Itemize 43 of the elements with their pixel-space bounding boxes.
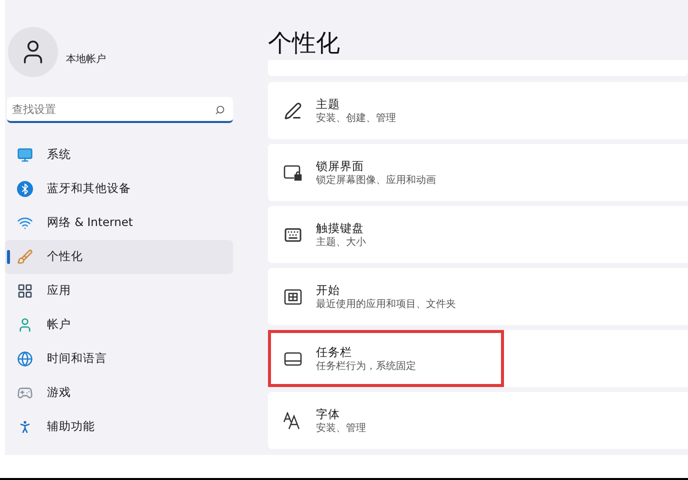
keyboard-icon: [284, 226, 302, 244]
card-title: 字体: [316, 406, 341, 422]
nav-item[interactable]: 应用: [5, 274, 233, 308]
card-subtitle: 主题、大小: [316, 236, 366, 250]
card-subtitle: 安装、管理: [316, 422, 366, 436]
nav-item[interactable]: 游戏: [5, 376, 233, 410]
settings-card[interactable]: 字体 安装、管理: [268, 392, 688, 449]
nav-item[interactable]: 网络 & Internet: [5, 206, 233, 240]
card-title: 任务栏: [316, 344, 353, 360]
globe-icon: [17, 351, 33, 367]
selection-indicator: [7, 250, 10, 264]
wifi-icon: [17, 215, 33, 231]
card-title: 锁屏界面: [316, 158, 365, 174]
bluetooth-icon: [17, 181, 33, 197]
start-menu-icon: [284, 288, 302, 304]
settings-card[interactable]: 开始 最近使用的应用和项目、文件夹: [268, 268, 688, 325]
card-title: 主题: [316, 96, 341, 112]
taskbar-icon: [284, 352, 302, 366]
card-title: 触摸键盘: [316, 220, 365, 236]
card-subtitle: 锁定屏幕图像、应用和动画: [316, 174, 436, 188]
apps-icon: [17, 283, 33, 299]
nav-item[interactable]: 帐户: [5, 308, 233, 342]
nav-item[interactable]: 个性化: [5, 240, 233, 274]
monitor-icon: [17, 147, 33, 163]
search-field[interactable]: 查找设置: [7, 97, 233, 123]
settings-card[interactable]: 主题 安装、创建、管理: [268, 82, 688, 139]
account-type: 本地帐户: [66, 52, 106, 66]
user-icon: [17, 317, 33, 333]
card-subtitle: 最近使用的应用和项目、文件夹: [316, 298, 456, 312]
settings-card[interactable]: 触摸键盘 主题、大小: [268, 206, 688, 263]
settings-card[interactable]: 锁屏界面 锁定屏幕图像、应用和动画: [268, 144, 688, 201]
nav-item[interactable]: 辅助功能: [5, 410, 233, 444]
nav-item[interactable]: 蓝牙和其他设备: [5, 172, 233, 206]
card-subtitle: 安装、创建、管理: [316, 112, 396, 126]
nav-item[interactable]: 时间和语言: [5, 342, 233, 376]
settings-card[interactable]: 任务栏 任务栏行为，系统固定: [268, 330, 688, 387]
nav-item[interactable]: 系统: [5, 138, 233, 172]
card-subtitle: 任务栏行为，系统固定: [316, 360, 416, 374]
page-title: 个性化: [268, 28, 341, 59]
search-icon: [215, 105, 225, 115]
card-title: 开始: [316, 282, 341, 298]
lock-screen-icon: [283, 164, 303, 182]
gamepad-icon: [17, 385, 33, 401]
